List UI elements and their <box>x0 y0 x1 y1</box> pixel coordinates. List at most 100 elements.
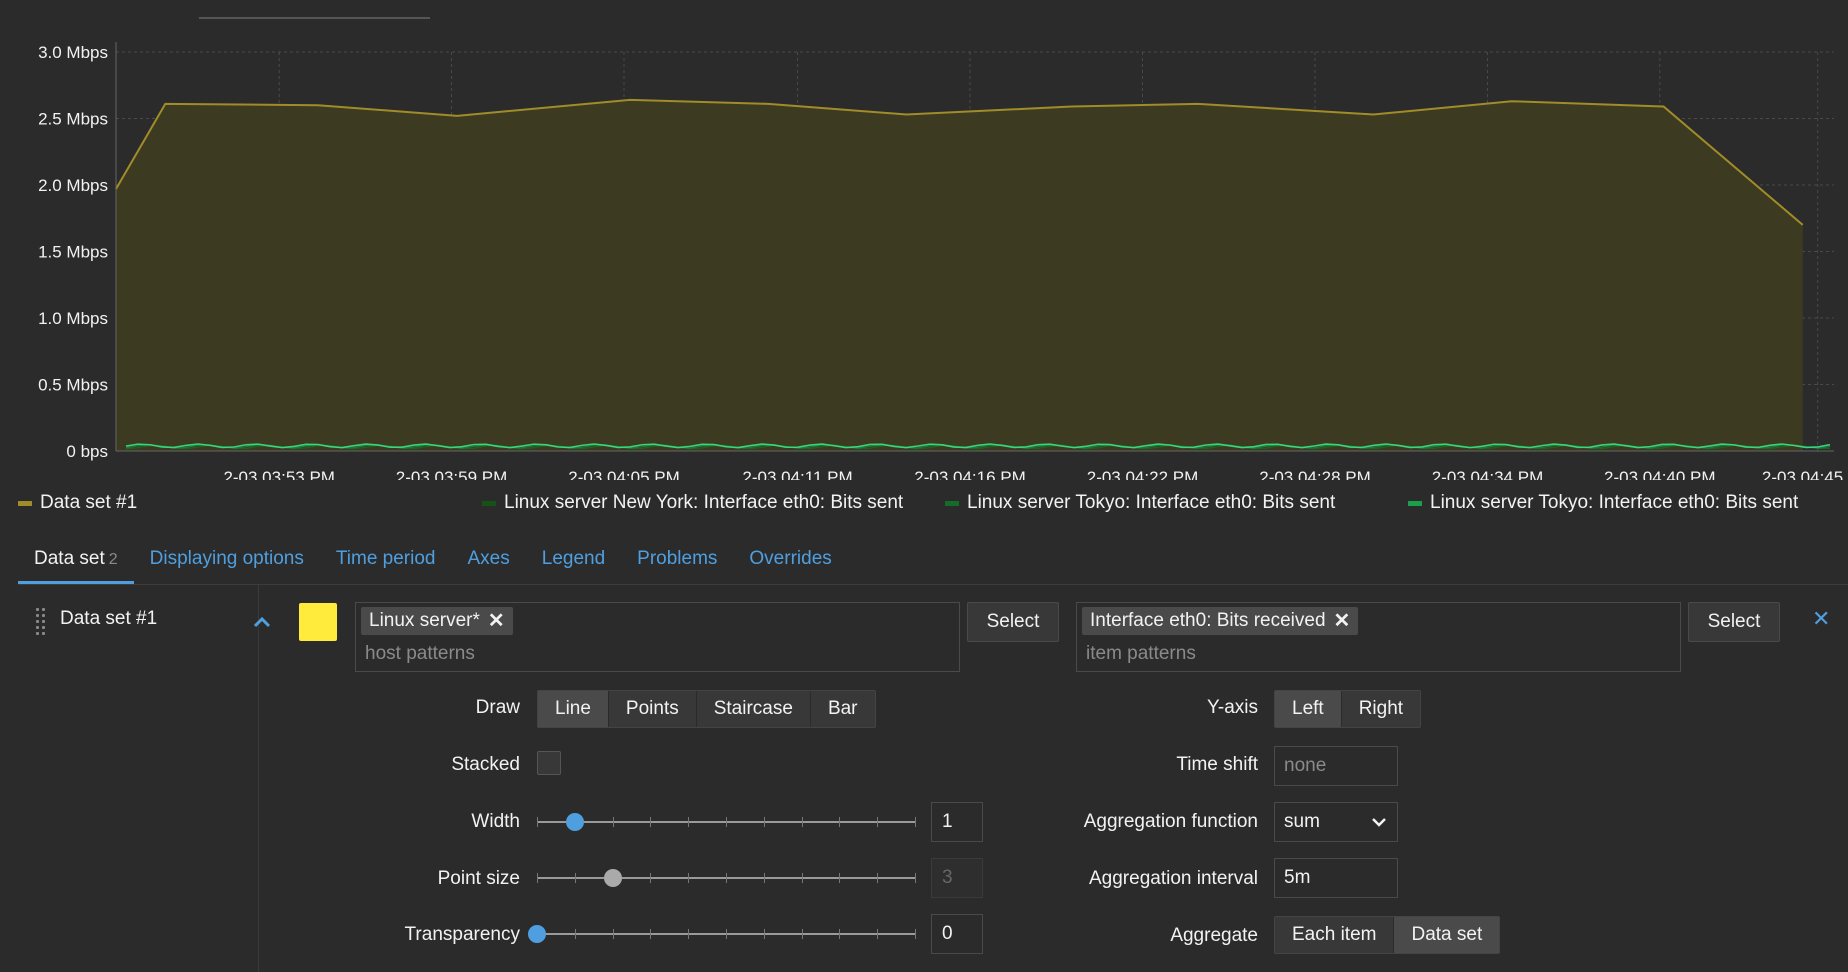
legend-swatch <box>18 500 32 506</box>
point-size-slider[interactable] <box>537 868 916 888</box>
drag-handle-icon[interactable] <box>36 608 48 638</box>
legend-swatch <box>482 500 496 506</box>
chevron-up-icon[interactable] <box>252 612 272 632</box>
aggregation-function-select[interactable]: sum <box>1274 802 1398 842</box>
slider-thumb[interactable] <box>565 813 584 831</box>
y-tick-label: 0 bps <box>66 442 108 461</box>
y-tick-label: 1.0 Mbps <box>38 309 108 328</box>
transparency-label: Transparency <box>404 924 520 945</box>
tab-displaying-options[interactable]: Displaying options <box>134 538 320 584</box>
slider-tick <box>688 929 689 939</box>
x-tick-label: 2-03 04:28 PM <box>1259 468 1371 480</box>
x-tick-label: 2-03 03:53 PM <box>223 468 335 480</box>
transparency-slider[interactable] <box>528 924 916 944</box>
slider-thumb[interactable] <box>603 869 622 887</box>
series-area <box>116 99 1803 451</box>
width-input[interactable]: 1 <box>931 802 983 842</box>
tabs-divider <box>18 584 1848 585</box>
remove-dataset-icon[interactable]: ✕ <box>1812 606 1830 632</box>
legend-item: Linux server Tokyo: Interface eth0: Bits… <box>945 492 1335 514</box>
tab-data-set[interactable]: Data set 2 <box>18 538 134 584</box>
x-tick-label: 2-03 04:22 PM <box>1087 468 1199 480</box>
tab-label: Data set <box>34 548 105 569</box>
slider-tick <box>802 873 803 883</box>
slider-tick <box>802 929 803 939</box>
draw-option-line[interactable]: Line <box>538 691 609 727</box>
slider-tick <box>839 929 840 939</box>
item-chip: Interface eth0: Bits received ✕ <box>1082 607 1359 635</box>
host-chip: Linux server* ✕ <box>361 607 513 635</box>
slider-thumb[interactable] <box>528 925 546 943</box>
tab-overrides[interactable]: Overrides <box>733 538 847 584</box>
stacked-label: Stacked <box>451 754 520 775</box>
stacked-checkbox[interactable] <box>537 751 561 775</box>
slider-tick <box>764 817 765 827</box>
point-size-input[interactable]: 3 <box>931 858 983 898</box>
slider-tick <box>802 817 803 827</box>
tab-time-period[interactable]: Time period <box>320 538 452 584</box>
y-axis-option-left[interactable]: Left <box>1275 691 1342 727</box>
aggregation-interval-input[interactable]: 5m <box>1274 858 1398 898</box>
slider-tick <box>726 929 727 939</box>
x-tick-label: 2-03 04:05 PM <box>568 468 680 480</box>
remove-item-icon[interactable]: ✕ <box>1334 607 1351 635</box>
slider-tick <box>839 817 840 827</box>
item-select-button[interactable]: Select <box>1688 602 1780 642</box>
legend-swatch <box>1408 500 1422 506</box>
tab-problems[interactable]: Problems <box>621 538 733 584</box>
slider-tick <box>915 873 916 883</box>
slider-tick <box>726 817 727 827</box>
draw-segmented-control: Line Points Staircase Bar <box>537 690 876 728</box>
graph-chart: 3.0 Mbps 2.5 Mbps 2.0 Mbps 1.5 Mbps 1.0 Mbps… <box>0 0 1848 480</box>
aggregation-function-label: Aggregation function <box>1083 811 1258 832</box>
x-tick-label: 2-03 03:59 PM <box>396 468 508 480</box>
slider-tick <box>839 873 840 883</box>
color-picker-swatch[interactable] <box>299 603 337 641</box>
host-patterns-placeholder: host patterns <box>365 643 475 664</box>
slider-tick <box>915 817 916 827</box>
chevron-down-icon <box>1372 818 1386 827</box>
aggregation-function-value: sum <box>1284 811 1320 832</box>
host-chip-label: Linux server* <box>369 610 480 631</box>
draw-option-bar[interactable]: Bar <box>810 691 875 727</box>
remove-host-icon[interactable]: ✕ <box>488 607 505 635</box>
width-slider[interactable] <box>537 812 916 832</box>
aggregate-option-data-set[interactable]: Data set <box>1394 917 1500 953</box>
slider-tick <box>537 817 538 827</box>
config-tabs: Data set 2 Displaying options Time period… <box>18 538 848 584</box>
slider-tick <box>764 873 765 883</box>
width-label: Width <box>471 811 520 832</box>
transparency-input[interactable]: 0 <box>931 914 983 954</box>
slider-tick <box>575 873 576 883</box>
y-tick-label: 0.5 Mbps <box>38 376 108 395</box>
y-axis-option-right[interactable]: Right <box>1341 691 1421 727</box>
y-tick-label: 1.5 Mbps <box>38 243 108 262</box>
slider-tick <box>613 929 614 939</box>
legend-swatch <box>945 500 959 506</box>
item-patterns-field[interactable]: Interface eth0: Bits received ✕ item pat… <box>1076 602 1681 672</box>
x-tick-label: 2-03 04:16 PM <box>914 468 1026 480</box>
x-tick-label: 2-03 04:34 PM <box>1432 468 1544 480</box>
legend-item: Linux server Tokyo: Interface eth0: Bits… <box>1408 492 1798 514</box>
aggregate-option-each-item[interactable]: Each item <box>1275 917 1395 953</box>
y-axis-segmented-control: Left Right <box>1274 690 1422 728</box>
host-patterns-field[interactable]: Linux server* ✕ host patterns <box>355 602 960 672</box>
slider-tick <box>915 929 916 939</box>
slider-tick <box>688 817 689 827</box>
legend-label: Data set #1 <box>40 492 138 513</box>
y-tick-label: 2.0 Mbps <box>38 176 108 195</box>
x-tick-label: 2-03 04:40 PM <box>1604 468 1716 480</box>
tab-count: 2 <box>108 551 118 568</box>
tab-legend[interactable]: Legend <box>526 538 621 584</box>
slider-tick <box>877 817 878 827</box>
y-tick-label: 2.5 Mbps <box>38 110 108 129</box>
tab-axes[interactable]: Axes <box>452 538 526 584</box>
draw-option-staircase[interactable]: Staircase <box>696 691 811 727</box>
y-tick-label: 3.0 Mbps <box>38 43 108 62</box>
draw-option-points[interactable]: Points <box>608 691 697 727</box>
time-shift-label: Time shift <box>1176 754 1258 775</box>
slider-tick <box>877 929 878 939</box>
aggregate-label: Aggregate <box>1170 925 1258 946</box>
host-select-button[interactable]: Select <box>967 602 1059 642</box>
time-shift-input[interactable]: none <box>1274 746 1398 786</box>
